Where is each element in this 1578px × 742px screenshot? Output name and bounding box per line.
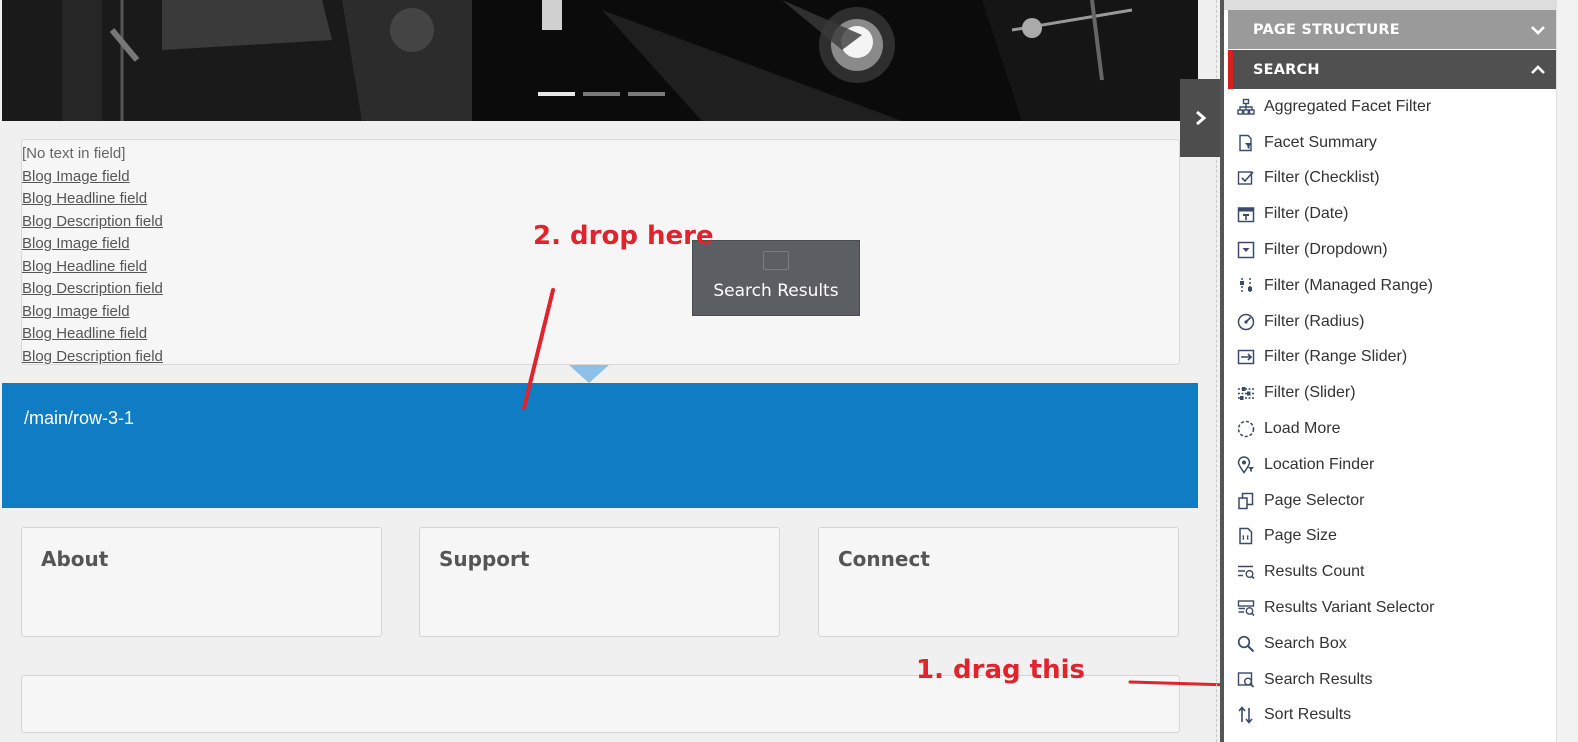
blog-headline-field[interactable]: Blog Headline field (22, 323, 1179, 346)
blog-fields-rendering[interactable]: [No text in field] Blog Image field Blog… (21, 139, 1180, 365)
placeholder-path: /main/row-3-1 (24, 408, 135, 428)
toolbox-panel: PAGE STRUCTURE SEARCH Aggregated Facet F… (1220, 0, 1578, 742)
slider-icon (1235, 382, 1257, 404)
results-count-icon (1235, 561, 1257, 583)
blog-headline-field[interactable]: Blog Headline field (22, 188, 1179, 211)
tool-results-variant-selector[interactable]: Results Variant Selector (1228, 590, 1560, 626)
blog-image-field[interactable]: Blog Image field (22, 301, 1179, 324)
dropdown-icon (1235, 239, 1257, 261)
checkbox-icon (1235, 167, 1257, 189)
tool-facet-summary[interactable]: Facet Summary (1228, 125, 1560, 161)
chevron-right-icon (1196, 110, 1207, 126)
tool-filter-radius[interactable]: Filter (Radius) (1228, 304, 1560, 340)
dragged-component-tile[interactable]: Search Results (692, 240, 860, 316)
blog-headline-field[interactable]: Blog Headline field (22, 256, 1179, 279)
spinner-icon (1235, 418, 1257, 440)
footer-card-title: About (41, 547, 109, 571)
gauge-icon (1235, 311, 1257, 333)
tool-filter-checklist[interactable]: Filter (Checklist) (1228, 161, 1560, 197)
location-pin-icon (1235, 454, 1257, 476)
footer-card-title: Support (439, 547, 530, 571)
tool-search-results[interactable]: Search Results (1228, 662, 1560, 698)
search-components-list: Aggregated Facet Filter Facet Summary Fi… (1228, 89, 1560, 733)
tool-filter-managed-range[interactable]: Filter (Managed Range) (1228, 268, 1560, 304)
tool-page-selector[interactable]: Page Selector (1228, 483, 1560, 519)
toolbox-scrollbar[interactable] (1556, 0, 1578, 742)
section-label: PAGE STRUCTURE (1253, 21, 1400, 38)
tool-search-box[interactable]: Search Box (1228, 626, 1560, 662)
experience-editor: [No text in field] Blog Image field Blog… (0, 0, 1578, 742)
document-filter-icon (1235, 132, 1257, 154)
toolbox-top-strip (1224, 0, 1578, 10)
tool-label: Filter (Range Slider) (1264, 348, 1408, 366)
placeholder-row[interactable]: /main/row-3-1 (2, 383, 1198, 508)
tool-label: Results Count (1264, 563, 1365, 581)
hero-carousel[interactable] (2, 0, 1198, 121)
search-icon (1235, 633, 1257, 655)
tool-load-more[interactable]: Load More (1228, 411, 1560, 447)
range-slider-icon (1235, 346, 1257, 368)
tool-filter-range-slider[interactable]: Filter (Range Slider) (1228, 340, 1560, 376)
tool-filter-slider[interactable]: Filter (Slider) (1228, 375, 1560, 411)
tool-label: Filter (Dropdown) (1264, 241, 1388, 259)
calendar-icon (1235, 203, 1257, 225)
section-search[interactable]: SEARCH (1228, 50, 1560, 89)
sliders-vertical-icon (1235, 275, 1257, 297)
tool-label: Page Size (1264, 527, 1337, 545)
tool-label: Search Results (1264, 670, 1373, 688)
tool-results-count[interactable]: Results Count (1228, 554, 1560, 590)
hierarchy-icon (1235, 96, 1257, 118)
search-results-icon (763, 251, 789, 270)
footer-card-connect[interactable]: Connect (818, 527, 1179, 637)
tool-label: Facet Summary (1264, 133, 1377, 151)
tool-label: Location Finder (1264, 455, 1375, 473)
concert-photo (2, 0, 1198, 121)
footer-card-about[interactable]: About (21, 527, 382, 637)
tool-label: Load More (1264, 420, 1341, 438)
tool-label: Sort Results (1264, 706, 1352, 724)
blog-description-field[interactable]: Blog Description field (22, 278, 1179, 301)
chevron-up-icon (1531, 64, 1545, 74)
blog-image-field[interactable]: Blog Image field (22, 166, 1179, 189)
empty-field-placeholder[interactable]: [No text in field] (22, 143, 1179, 166)
section-page-structure[interactable]: PAGE STRUCTURE (1228, 10, 1560, 49)
tool-page-size[interactable]: Page Size (1228, 519, 1560, 555)
tool-aggregated-facet-filter[interactable]: Aggregated Facet Filter (1228, 89, 1560, 125)
section-label: SEARCH (1253, 61, 1320, 78)
tool-label: Page Selector (1264, 491, 1365, 509)
chevron-down-icon (1531, 25, 1545, 35)
footer-card-title: Connect (838, 547, 930, 571)
tool-label: Filter (Managed Range) (1264, 276, 1433, 294)
dragged-component-label: Search Results (713, 281, 839, 301)
pages-icon (1235, 490, 1257, 512)
tool-filter-date[interactable]: Filter (Date) (1228, 196, 1560, 232)
tool-label: Filter (Slider) (1264, 384, 1356, 402)
tool-label: Filter (Radius) (1264, 312, 1365, 330)
tool-label: Search Box (1264, 634, 1347, 652)
drop-indicator-arrow (569, 365, 609, 383)
footer-card-support[interactable]: Support (419, 527, 780, 637)
carousel-dot[interactable] (583, 92, 620, 96)
page-size-icon (1235, 525, 1257, 547)
carousel-dot[interactable] (538, 92, 575, 96)
tool-filter-dropdown[interactable]: Filter (Dropdown) (1228, 232, 1560, 268)
tool-label: Filter (Date) (1264, 205, 1349, 223)
tool-sort-results[interactable]: Sort Results (1228, 698, 1560, 734)
variant-selector-icon (1235, 597, 1257, 619)
tool-label: Aggregated Facet Filter (1264, 97, 1432, 115)
collapse-toolbox-button[interactable] (1180, 79, 1222, 157)
sort-icon (1235, 704, 1257, 726)
tool-location-finder[interactable]: Location Finder (1228, 447, 1560, 483)
carousel-indicators (538, 92, 665, 96)
search-results-icon (1235, 669, 1257, 691)
tool-label: Filter (Checklist) (1264, 169, 1380, 187)
annotation-drag-this: 1. drag this (916, 655, 1085, 685)
tool-label: Results Variant Selector (1264, 599, 1435, 617)
carousel-dot[interactable] (628, 92, 665, 96)
annotation-drop-here: 2. drop here (533, 221, 714, 251)
